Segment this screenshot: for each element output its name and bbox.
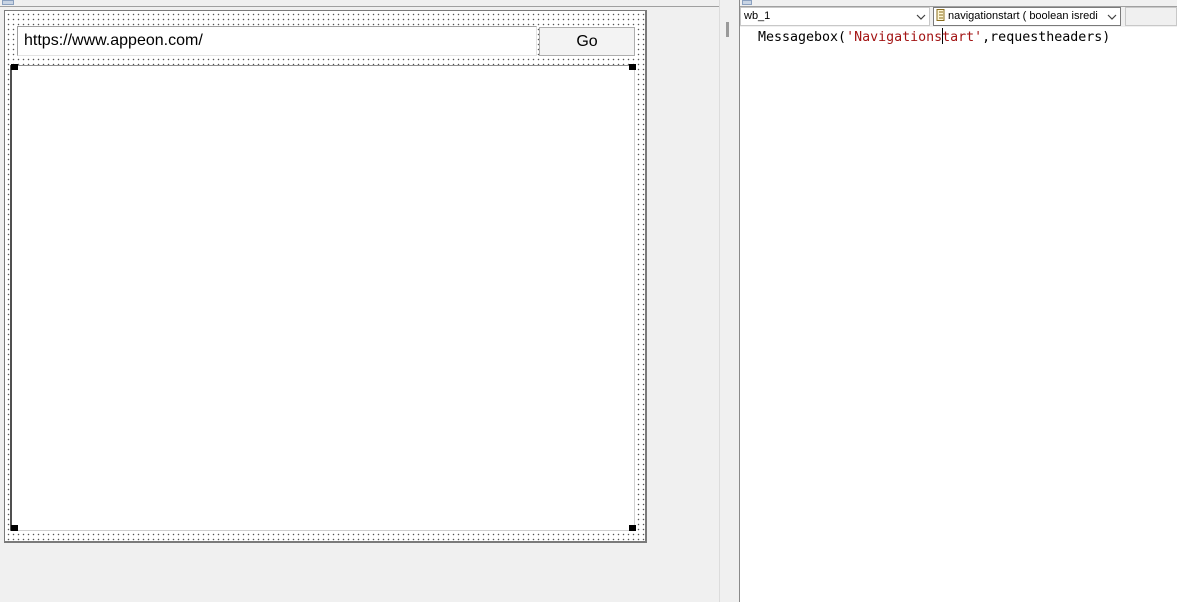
script-pane-tab-handle[interactable] xyxy=(742,0,752,5)
designer-pane: https://www.appeon.com/ Go xyxy=(0,0,719,602)
code-function: Messagebox( xyxy=(758,30,847,45)
event-select[interactable]: navigationstart ( boolean isredi xyxy=(933,7,1121,26)
code-string-part: tart' xyxy=(942,30,983,45)
designer-top-strip xyxy=(0,0,719,7)
design-window[interactable]: https://www.appeon.com/ Go xyxy=(4,10,647,543)
pane-tab-handle[interactable] xyxy=(2,0,14,5)
code-editor[interactable]: Messagebox('Navigationstart',requesthead… xyxy=(740,27,1177,602)
script-top-strip xyxy=(740,0,1177,7)
event-select-value: navigationstart ( boolean isredi xyxy=(948,10,1098,22)
extra-select[interactable] xyxy=(1125,7,1177,26)
script-pane: wb_1 navigationstart ( boolean isredi Me… xyxy=(740,0,1177,602)
object-select[interactable]: wb_1 xyxy=(740,7,930,26)
resize-handle-bottom-left[interactable] xyxy=(11,525,18,531)
script-toolbar: wb_1 navigationstart ( boolean isredi xyxy=(740,7,1177,27)
splitter-grip[interactable] xyxy=(726,22,729,37)
pane-splitter[interactable] xyxy=(719,0,741,602)
resize-handle-top-right[interactable] xyxy=(629,64,636,70)
web-browser-control[interactable] xyxy=(10,65,635,531)
url-input[interactable]: https://www.appeon.com/ xyxy=(17,26,537,56)
resize-handle-bottom-right[interactable] xyxy=(629,525,636,531)
chevron-down-icon[interactable] xyxy=(916,12,926,22)
event-script-icon xyxy=(936,9,945,21)
chevron-down-icon[interactable] xyxy=(1107,12,1117,22)
code-line-1[interactable]: Messagebox('Navigationstart',requesthead… xyxy=(758,28,1110,45)
resize-handle-top-left[interactable] xyxy=(11,64,18,70)
code-arguments: ,requestheaders) xyxy=(982,30,1111,45)
code-string-part: 'Navigations xyxy=(846,30,943,45)
object-select-value: wb_1 xyxy=(744,10,771,22)
go-button[interactable]: Go xyxy=(539,27,635,56)
